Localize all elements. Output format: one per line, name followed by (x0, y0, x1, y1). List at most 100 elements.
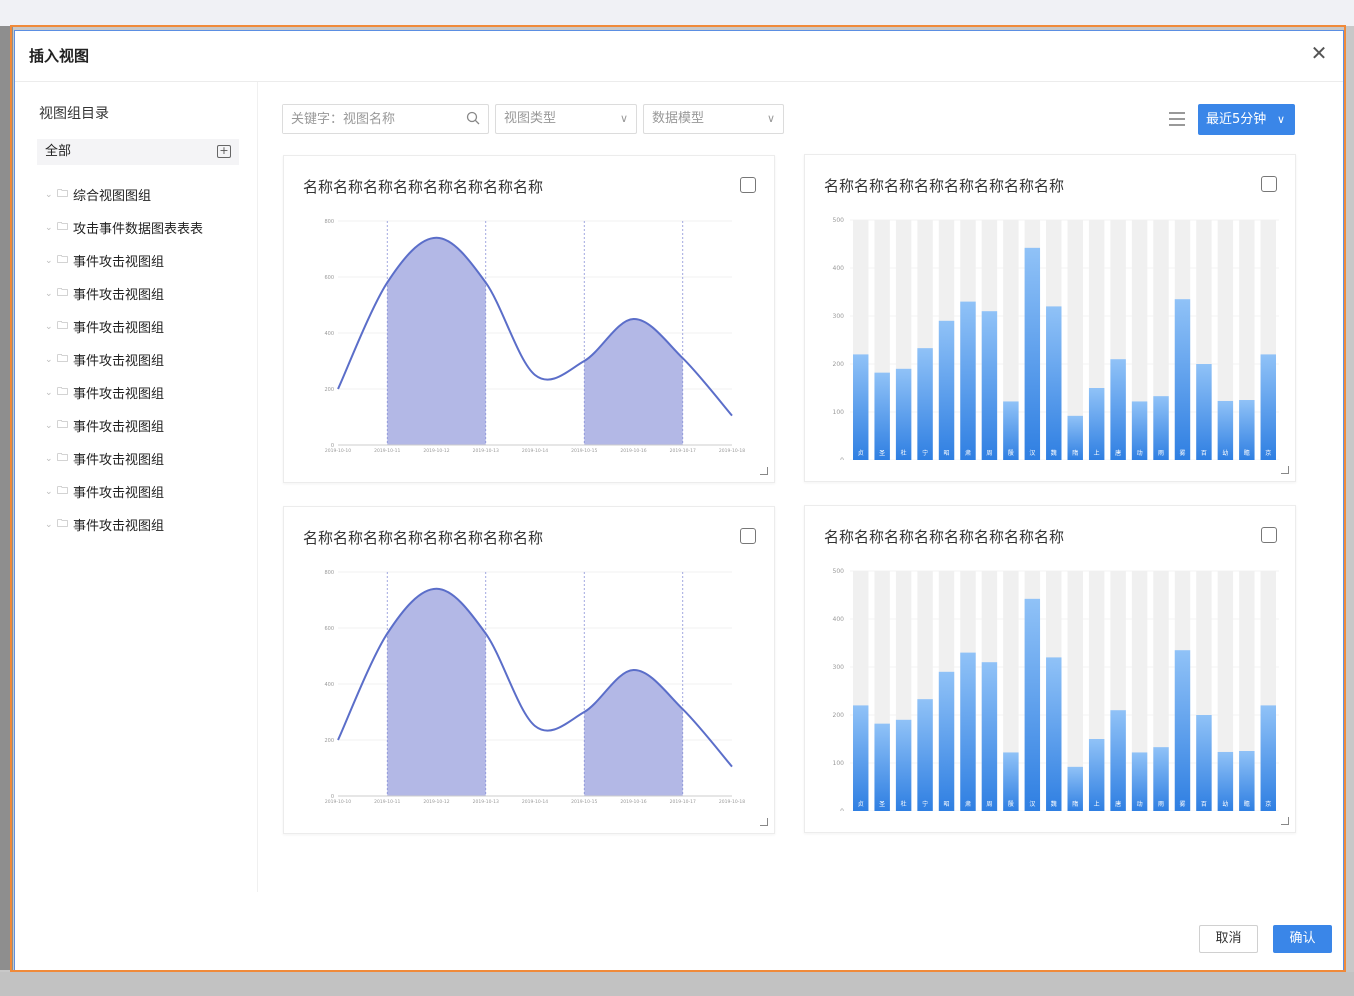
category-label: 汉 (1029, 800, 1035, 808)
folder-add-icon[interactable]: + (217, 145, 231, 158)
view-card[interactable]: 名称名称名称名称名称名称名称名称 0 200 400 600 800 2019-10-10… (283, 155, 775, 483)
chevron-down-icon[interactable]: ⌄ (45, 322, 57, 332)
category-label: 隋 (1072, 449, 1078, 457)
tree-item[interactable]: ⌄ 🗀 事件攻击视图组 (45, 376, 203, 409)
category-label: 百 (1201, 801, 1207, 808)
folder-icon: 🗀 (57, 187, 68, 200)
tree-item[interactable]: ⌄ 🗀 事件攻击视图组 (45, 508, 203, 541)
chevron-down-icon[interactable]: ⌄ (45, 190, 57, 200)
bar (895, 719, 912, 811)
view-card[interactable]: 名称名称名称名称名称名称名称名称 0 100 200 300 400 500 贞 圣 杜 宁 昭 肃 周… (804, 505, 1296, 833)
x-tick-label: 2019-10-15 (571, 448, 597, 454)
view-card[interactable]: 名称名称名称名称名称名称名称名称 0 100 200 300 400 500 贞 圣 杜 宁 昭 肃 周… (804, 154, 1296, 482)
x-tick-label: 2019-10-16 (620, 448, 646, 454)
background-bottom-strip (0, 972, 1354, 996)
folder-icon: 🗀 (57, 220, 68, 233)
tree-item[interactable]: ⌄ 🗀 综合视图图组 (45, 178, 203, 211)
resize-handle-icon[interactable] (1281, 466, 1289, 474)
view-card[interactable]: 名称名称名称名称名称名称名称名称 0 200 400 600 800 2019-10-10… (283, 506, 775, 834)
folder-icon: 🗀 (57, 484, 68, 497)
resize-handle-icon[interactable] (760, 467, 768, 475)
category-label: 杜 (901, 800, 907, 808)
card-checkbox[interactable] (1261, 527, 1277, 543)
category-label: 百 (1201, 450, 1207, 457)
tree-item[interactable]: ⌄ 🗀 事件攻击视图组 (45, 343, 203, 376)
tree-item[interactable]: ⌄ 🗀 攻击事件数据图表表表 (45, 211, 203, 244)
category-label: 周 (986, 450, 992, 457)
tree-item[interactable]: ⌄ 🗀 事件攻击视图组 (45, 442, 203, 475)
chevron-down-icon[interactable]: ⌄ (45, 289, 57, 299)
category-label: 魏 (1051, 449, 1057, 457)
chevron-down-icon[interactable]: ⌄ (45, 487, 57, 497)
category-label: 雾 (1179, 800, 1185, 808)
chevron-down-icon[interactable]: ⌄ (45, 388, 57, 398)
y-tick-label: 200 (324, 738, 334, 744)
tree-item-label: 事件攻击视图组 (73, 288, 165, 303)
category-label: 幼 (1222, 800, 1228, 808)
bar (1260, 354, 1276, 460)
tree-item-label: 事件攻击视图组 (73, 255, 165, 270)
chevron-down-icon[interactable]: ⌄ (45, 355, 57, 365)
x-tick-label: 2019-10-11 (374, 799, 400, 805)
chevron-down-icon[interactable]: ⌄ (45, 256, 57, 266)
close-icon[interactable]: ✕ (1309, 43, 1329, 63)
category-label: 动 (1137, 801, 1143, 808)
tree-item[interactable]: ⌄ 🗀 事件攻击视图组 (45, 277, 203, 310)
cancel-button[interactable]: 取消 (1199, 925, 1258, 953)
shaded-area (584, 669, 683, 796)
category-label: 宁 (922, 800, 928, 808)
bar (960, 652, 976, 811)
y-tick-label: 600 (324, 275, 334, 281)
resize-handle-icon[interactable] (1281, 817, 1289, 825)
resize-handle-icon[interactable] (760, 818, 768, 826)
category-label: 瞻 (1244, 800, 1250, 808)
category-label: 肃 (965, 800, 971, 808)
x-tick-label: 2019-10-13 (473, 799, 499, 805)
card-checkbox[interactable] (1261, 176, 1277, 192)
category-label: 幼 (1222, 449, 1228, 457)
data-model-select[interactable]: 数据模型 ∨ (643, 104, 784, 134)
y-tick-label: 500 (833, 568, 845, 575)
tree-item[interactable]: ⌄ 🗀 事件攻击视图组 (45, 244, 203, 277)
x-tick-label: 2019-10-18 (719, 799, 745, 805)
bar (917, 348, 933, 460)
confirm-button[interactable]: 确认 (1273, 925, 1332, 953)
shaded-area (387, 588, 486, 796)
tree-item[interactable]: ⌄ 🗀 事件攻击视图组 (45, 475, 203, 508)
bar (1024, 598, 1041, 811)
category-label: 雾 (1179, 449, 1185, 457)
category-label: 贞 (858, 449, 864, 457)
bar (874, 372, 890, 460)
category-label: 上 (1094, 800, 1100, 808)
bar (1260, 705, 1276, 811)
chevron-down-icon[interactable]: ⌄ (45, 421, 57, 431)
chevron-down-icon[interactable]: ⌄ (45, 520, 57, 530)
bar (1046, 306, 1062, 460)
x-tick-label: 2019-10-15 (571, 799, 597, 805)
search-input[interactable] (283, 105, 458, 133)
view-type-select[interactable]: 视图类型 ∨ (495, 104, 637, 134)
card-checkbox[interactable] (740, 528, 756, 544)
category-label: 汉 (1029, 449, 1035, 457)
card-checkbox[interactable] (740, 177, 756, 193)
category-label: 杜 (901, 449, 907, 457)
y-tick-label: 400 (833, 616, 845, 623)
folder-icon: 🗀 (57, 451, 68, 464)
list-view-icon[interactable] (1169, 112, 1185, 126)
time-range-button[interactable]: 最近5分钟 ∨ (1198, 104, 1295, 135)
category-label: 殷 (1008, 449, 1014, 457)
bar (981, 311, 998, 460)
bar-chart: 0 100 200 300 400 500 贞 圣 杜 宁 昭 肃 周 殷 汉 魏 隋 上 唐 动 雨 雾 百 幼 瞻 京 (833, 217, 1279, 460)
tree-item[interactable]: ⌄ 🗀 事件攻击视图组 (45, 409, 203, 442)
y-tick-label: 100 (833, 760, 845, 767)
tree-item-label: 事件攻击视图组 (73, 354, 165, 369)
chevron-down-icon[interactable]: ⌄ (45, 454, 57, 464)
time-range-label: 最近5分钟 (1206, 112, 1267, 127)
tree-item[interactable]: ⌄ 🗀 事件攻击视图组 (45, 310, 203, 343)
chevron-down-icon: ∨ (1276, 113, 1285, 126)
y-tick-label: 200 (833, 361, 845, 368)
search-icon[interactable] (466, 111, 480, 125)
chevron-down-icon[interactable]: ⌄ (45, 223, 57, 233)
tree-item-label: 事件攻击视图组 (73, 519, 165, 534)
tree-item-all[interactable]: 全部 + (37, 139, 239, 165)
